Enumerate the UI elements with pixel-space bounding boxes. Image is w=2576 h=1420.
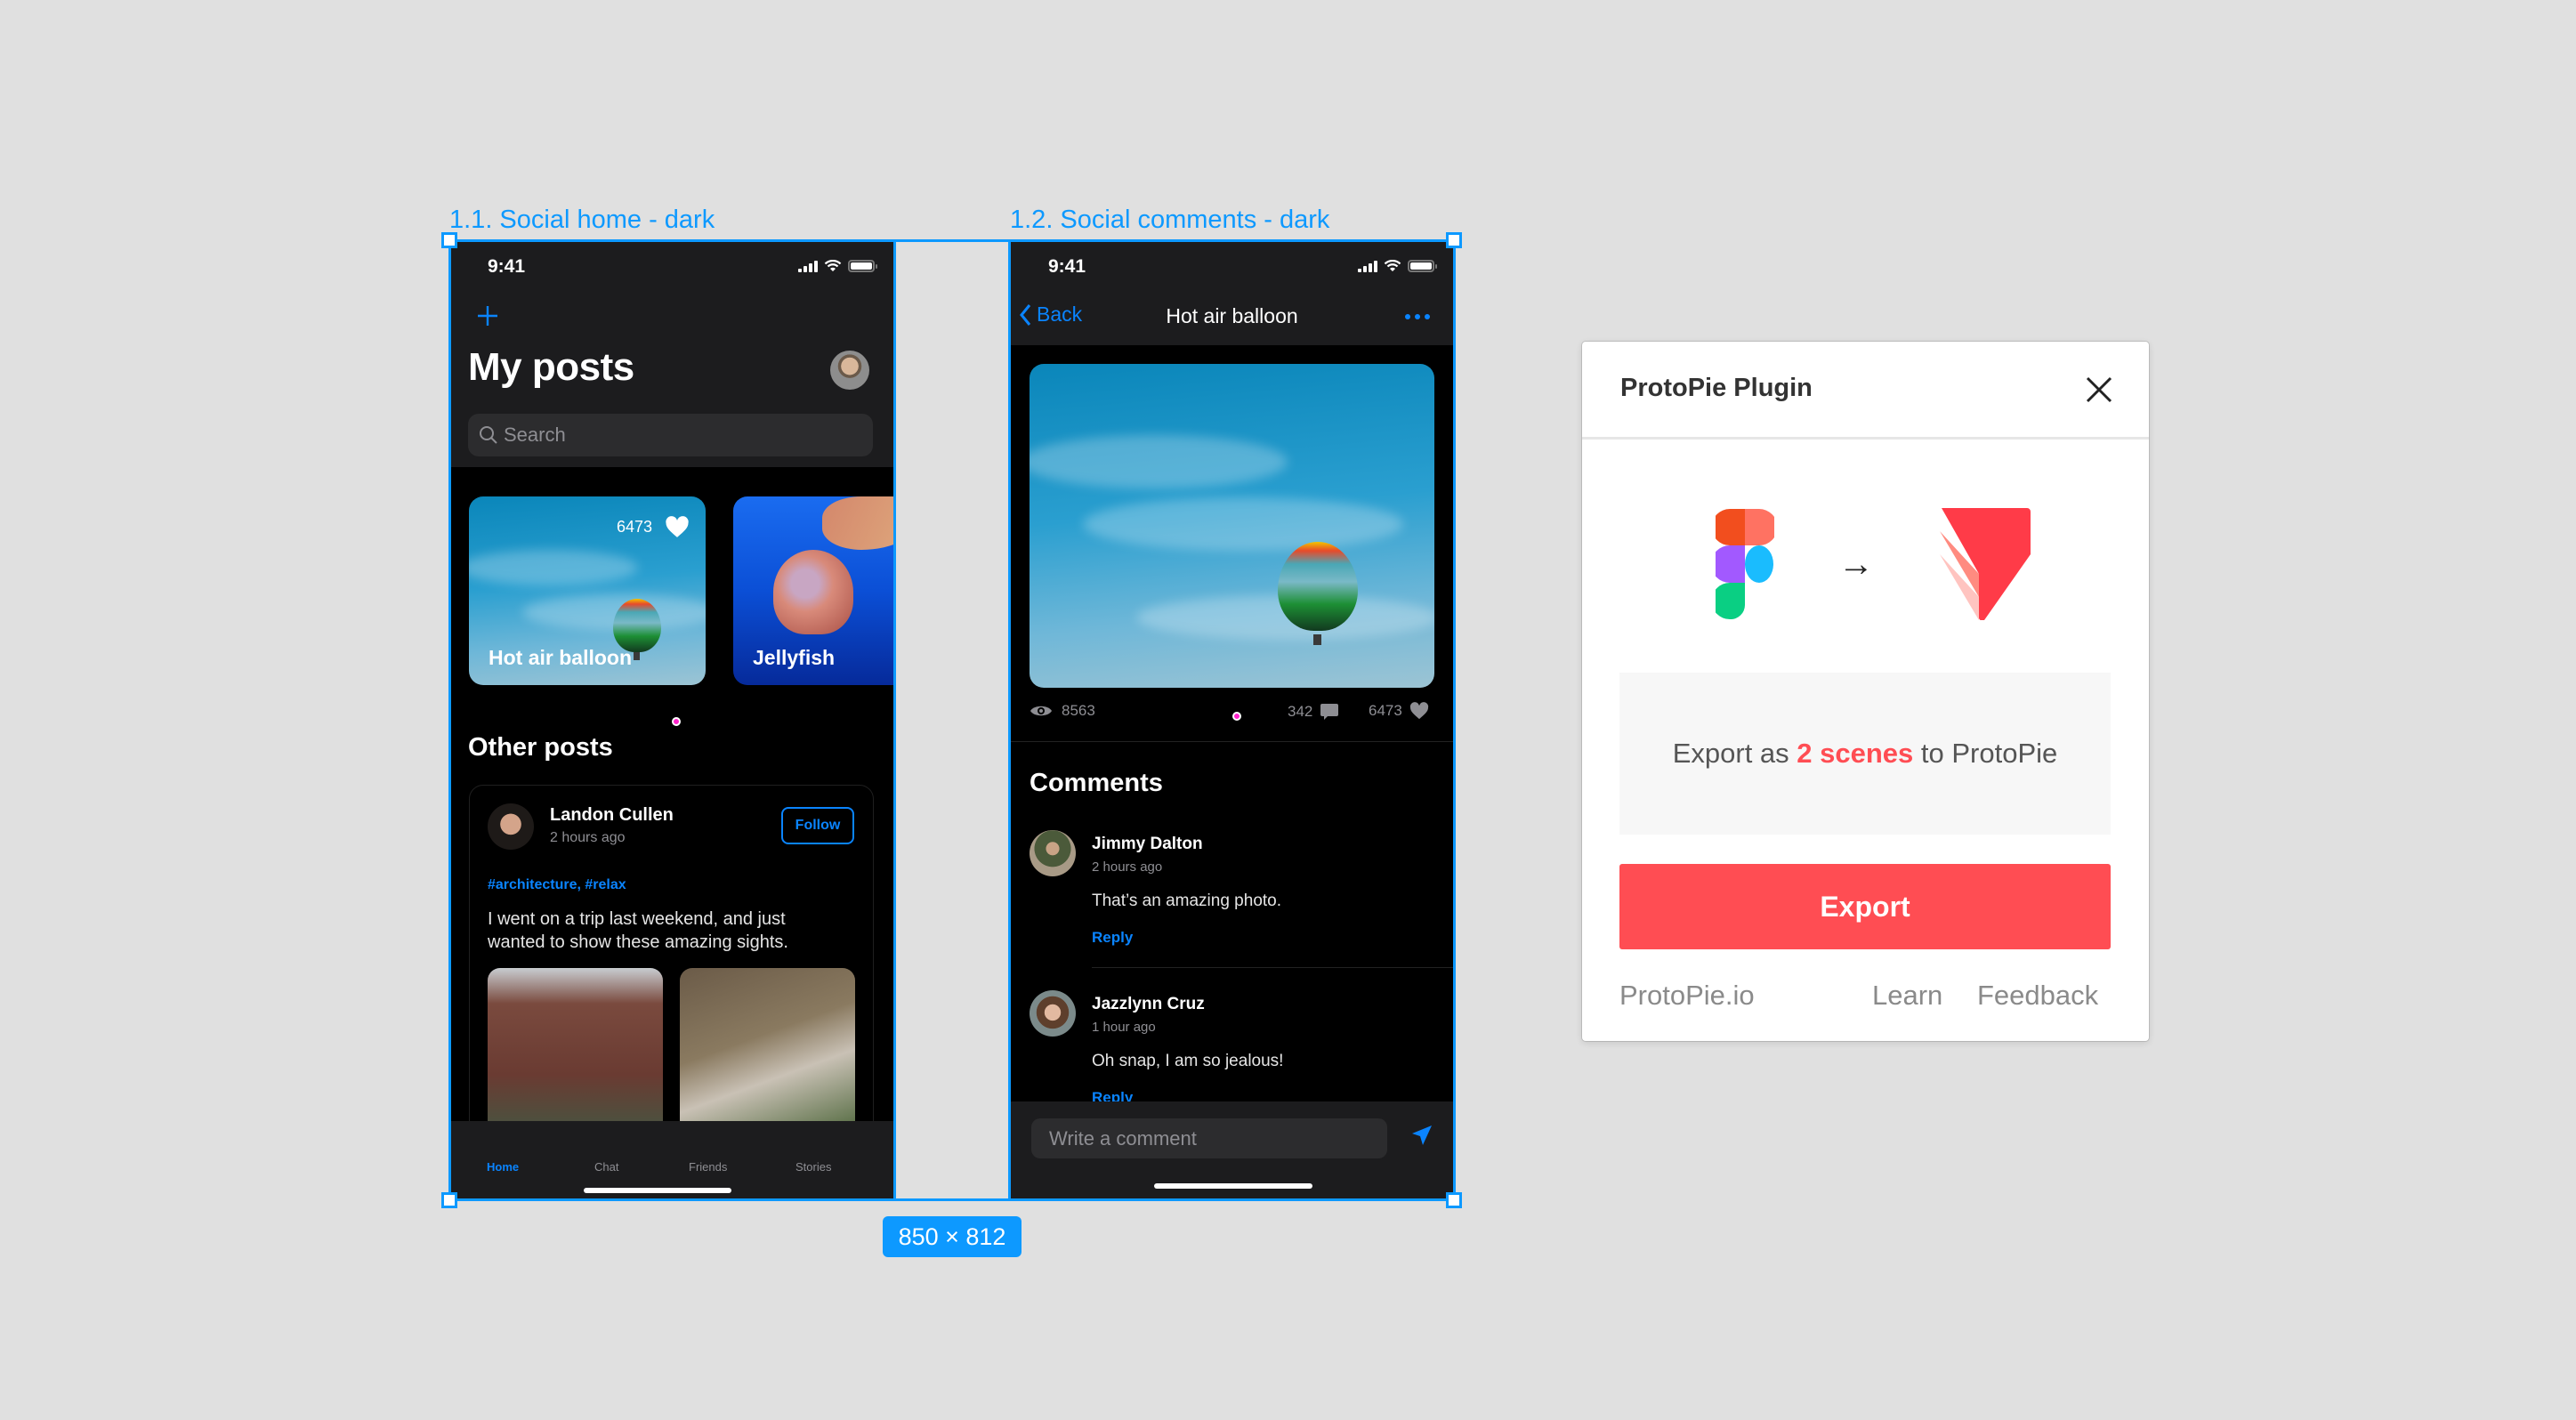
protopie-io-link[interactable]: ProtoPie.io <box>1619 980 1755 1012</box>
frame-label-home[interactable]: 1.1. Social home - dark <box>449 206 715 235</box>
figma-logo-icon <box>1716 509 1774 619</box>
resize-handle-bottom-right[interactable] <box>1446 1192 1462 1208</box>
divider <box>1092 967 1454 968</box>
resize-handle-bottom-left[interactable] <box>441 1192 457 1208</box>
post-time: 2 hours ago <box>550 830 626 845</box>
eye-icon <box>1030 706 1052 716</box>
featured-card-hot-air-balloon[interactable]: 6473 Hot air balloon <box>469 496 706 685</box>
post-tags[interactable]: #architecture, #relax <box>488 877 626 893</box>
comment-input[interactable]: Write a comment <box>1031 1118 1387 1158</box>
battery-icon <box>848 260 877 272</box>
comment-author[interactable]: Jazzlynn Cruz <box>1092 995 1205 1014</box>
commenter-avatar[interactable] <box>1030 830 1076 876</box>
card-title: Hot air balloon <box>489 646 632 669</box>
comment-input-placeholder: Write a comment <box>1049 1126 1197 1150</box>
signal-icon <box>798 260 818 272</box>
summary-suffix: to ProtoPie <box>1913 738 2058 769</box>
cursor-marker <box>672 717 681 726</box>
status-bar: 9:41 <box>1010 240 1454 294</box>
wifi-icon <box>1384 260 1401 271</box>
comments-heading: Comments <box>1030 769 1163 797</box>
plus-icon[interactable] <box>476 304 499 327</box>
comment-input-bar: Write a comment <box>1010 1101 1454 1199</box>
learn-link[interactable]: Learn <box>1872 980 1942 1012</box>
commenter-avatar[interactable] <box>1030 990 1076 1037</box>
likes-count: 6473 <box>616 518 652 536</box>
page-title: My posts <box>468 345 634 389</box>
frame-label-comments[interactable]: 1.2. Social comments - dark <box>1010 206 1329 235</box>
cursor-marker <box>1232 712 1241 721</box>
comments-stat[interactable]: 342 <box>1288 702 1339 722</box>
header-divider <box>1582 437 2149 440</box>
home-header: 9:41 My posts Search <box>449 240 894 467</box>
post-photo[interactable] <box>1030 364 1434 688</box>
search-input[interactable]: Search <box>468 414 873 456</box>
divider <box>1010 741 1454 742</box>
comment-item: Jimmy Dalton 2 hours ago That’s an amazi… <box>1010 827 1454 988</box>
post-card: Landon Cullen 2 hours ago Follow #archit… <box>469 785 874 1158</box>
comment-text: That’s an amazing photo. <box>1092 892 1282 910</box>
tab-friends[interactable]: Friends <box>689 1160 727 1174</box>
status-time: 9:41 <box>1048 256 1086 277</box>
nav-title: Hot air balloon <box>1166 304 1298 327</box>
send-icon[interactable] <box>1410 1124 1433 1147</box>
scene-count: 2 scenes <box>1797 738 1914 769</box>
tab-chat[interactable]: Chat <box>594 1160 618 1174</box>
featured-card-jellyfish[interactable]: Jellyfish <box>733 496 894 685</box>
selection-frame-edges <box>893 240 1011 1199</box>
profile-avatar[interactable] <box>830 351 869 390</box>
likes-count: 6473 <box>1369 702 1402 719</box>
tab-stories[interactable]: Stories <box>795 1160 831 1174</box>
comments-header: 9:41 Back Hot air balloon <box>1010 240 1454 345</box>
frame-social-home[interactable]: 9:41 My posts Search 6473 Hot air balloo… <box>449 240 894 1199</box>
comment-bubble-icon <box>1320 704 1339 720</box>
heart-icon[interactable] <box>665 516 690 538</box>
status-time: 9:41 <box>488 256 526 277</box>
close-icon[interactable] <box>2085 375 2113 404</box>
tab-bar: Home Chat Friends Stories <box>449 1121 894 1199</box>
comment-text: Oh snap, I am so jealous! <box>1092 1052 1284 1070</box>
export-button[interactable]: Export <box>1619 864 2111 949</box>
follow-button[interactable]: Follow <box>781 807 854 844</box>
post-text: I went on a trip last weekend, and just … <box>488 909 788 952</box>
wifi-icon <box>824 260 842 271</box>
summary-prefix: Export as <box>1672 738 1797 769</box>
likes-stat[interactable]: 6473 <box>1369 702 1429 720</box>
signal-icon <box>1358 260 1377 272</box>
battery-icon <box>1408 260 1437 272</box>
views-count: 8563 <box>1062 702 1095 719</box>
search-placeholder: Search <box>504 424 566 446</box>
comment-author[interactable]: Jimmy Dalton <box>1092 835 1203 854</box>
protopie-logo-icon <box>1940 508 2031 620</box>
post-image-temple[interactable] <box>488 968 663 1146</box>
selection-size-badge: 850 × 812 <box>883 1216 1022 1257</box>
jellyfish-image <box>773 550 853 634</box>
author-avatar[interactable] <box>488 803 534 850</box>
section-heading-other-posts: Other posts <box>468 733 613 762</box>
home-indicator <box>584 1188 731 1193</box>
heart-icon <box>1409 702 1428 720</box>
more-options-icon[interactable] <box>1404 313 1431 320</box>
protopie-plugin-panel: ProtoPie Plugin → Export as 2 scenes to … <box>1582 342 2149 1041</box>
card-title: Jellyfish <box>753 646 836 669</box>
tab-home[interactable]: Home <box>487 1160 519 1174</box>
views-stat: 8563 <box>1030 702 1095 720</box>
frame-social-comments[interactable]: 9:41 Back Hot air balloon 8563 342 6473 … <box>1010 240 1454 1199</box>
comments-count: 342 <box>1288 703 1313 720</box>
post-author[interactable]: Landon Cullen <box>550 805 674 826</box>
post-image-monastery[interactable] <box>680 968 855 1146</box>
resize-handle-top-right[interactable] <box>1446 232 1462 248</box>
status-bar: 9:41 <box>449 240 894 294</box>
home-indicator <box>1154 1183 1312 1189</box>
comment-time: 2 hours ago <box>1092 859 1163 875</box>
resize-handle-top-left[interactable] <box>441 232 457 248</box>
plugin-title: ProtoPie Plugin <box>1620 374 1813 402</box>
feedback-link[interactable]: Feedback <box>1977 980 2098 1012</box>
search-icon <box>480 426 497 444</box>
export-summary: Export as 2 scenes to ProtoPie <box>1619 673 2111 835</box>
reply-button[interactable]: Reply <box>1092 929 1133 947</box>
comment-time: 1 hour ago <box>1092 1020 1156 1035</box>
arrow-icon: → <box>1838 545 1874 584</box>
